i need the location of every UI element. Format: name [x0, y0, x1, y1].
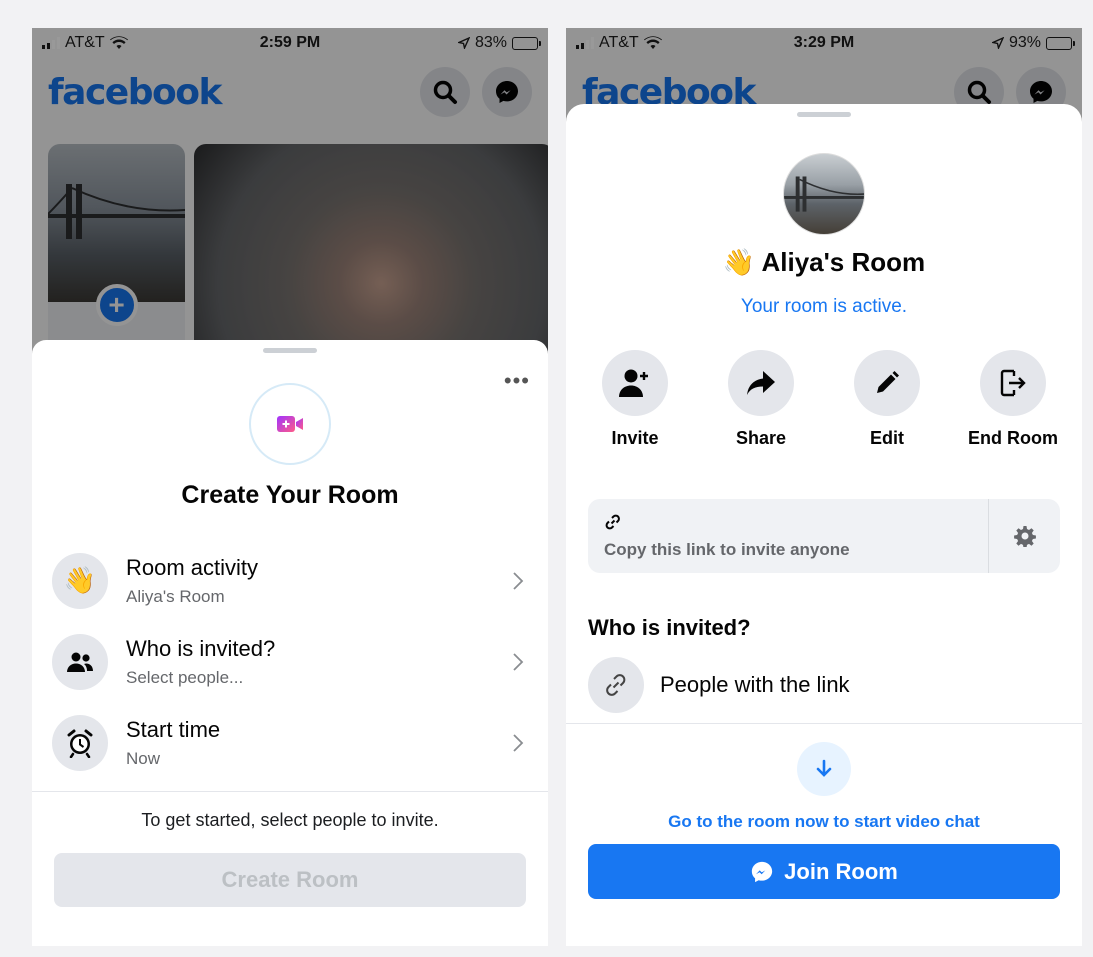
more-options-icon[interactable]: ••• — [504, 370, 530, 392]
room-name: Aliya's Room — [761, 247, 926, 277]
join-room-button[interactable]: Join Room — [588, 844, 1060, 899]
option-title: Room activity — [126, 554, 259, 580]
divider — [566, 723, 1082, 724]
room-activity-option[interactable]: 👋 Room activity Aliya's Room — [32, 540, 548, 621]
sheet-title: Create Your Room — [181, 481, 399, 509]
wifi-icon — [643, 36, 662, 49]
battery-percent: 83% — [474, 34, 507, 51]
room-avatar — [783, 153, 865, 235]
option-title: Start time — [126, 716, 221, 742]
invited-option-label: People with the link — [660, 672, 850, 697]
room-title: 👋 Aliya's Room — [566, 247, 1082, 278]
invited-heading: Who is invited? — [588, 615, 751, 640]
carrier-label: AT&T — [65, 34, 105, 51]
invite-action[interactable]: Invite — [572, 350, 698, 449]
option-subtitle: Now — [126, 748, 161, 768]
link-icon — [605, 514, 620, 530]
signal-icon — [42, 37, 60, 49]
location-arrow-icon — [457, 37, 470, 49]
sheet-grabber[interactable] — [797, 112, 851, 117]
location-arrow-icon — [991, 37, 1004, 49]
link-settings-button[interactable] — [988, 499, 1060, 573]
chevron-right-icon — [513, 652, 524, 671]
go-to-room-hint: Go to the room now to start video chat — [668, 812, 980, 831]
create-room-screen: AT&T 2:59 PM 83% facebook + ••• Create Y… — [32, 28, 548, 946]
room-active-screen: AT&T 3:29 PM 93% facebook 👋 Aliya's Room… — [566, 28, 1082, 946]
chevron-right-icon — [513, 733, 524, 752]
end-room-button[interactable] — [980, 350, 1046, 416]
share-action[interactable]: Share — [698, 350, 824, 449]
battery-icon — [1046, 36, 1075, 50]
option-subtitle: Select people... — [126, 667, 244, 687]
end-room-action[interactable]: End Room — [950, 350, 1076, 449]
sheet-grabber[interactable] — [263, 348, 317, 353]
waving-hand-icon: 👋 — [722, 247, 756, 277]
arrow-down-icon — [816, 759, 832, 777]
room-actions: Invite Share Edit End Room — [566, 350, 1082, 449]
carrier-label: AT&T — [599, 34, 639, 51]
room-options-list: 👋 Room activity Aliya's Room Who is invi… — [32, 540, 548, 783]
action-label: End Room — [968, 428, 1058, 448]
scroll-down-button[interactable] — [797, 742, 851, 796]
invite-link-box: Copy this link to invite anyone — [588, 499, 1060, 573]
status-bar: AT&T 2:59 PM 83% — [32, 28, 548, 58]
exit-icon — [1000, 369, 1026, 397]
screenshot-stage: AT&T 2:59 PM 83% facebook + ••• Create Y… — [0, 0, 1093, 957]
clock-label: 2:59 PM — [259, 34, 321, 51]
edit-button[interactable] — [854, 350, 920, 416]
action-label: Invite — [611, 428, 659, 448]
chevron-right-icon — [513, 571, 524, 590]
room-status-text: Your room is active. — [740, 296, 908, 317]
copy-link-area[interactable]: Copy this link to invite anyone — [588, 499, 988, 573]
action-label: Edit — [870, 428, 904, 448]
who-is-invited-option[interactable]: Who is invited? Select people... — [32, 621, 548, 702]
video-camera-icon — [276, 416, 303, 432]
alarm-clock-icon — [52, 714, 108, 771]
status-bar: AT&T 3:29 PM 93% — [566, 28, 1082, 58]
link-icon — [588, 657, 644, 713]
waving-hand-icon: 👋 — [52, 552, 108, 609]
invite-button[interactable] — [602, 350, 668, 416]
copy-link-text: Copy this link to invite anyone — [604, 540, 850, 559]
room-details-sheet: 👋 Aliya's Room Your room is active. Invi… — [566, 104, 1082, 946]
share-button[interactable] — [728, 350, 794, 416]
people-icon — [52, 633, 108, 690]
signal-icon — [576, 37, 594, 49]
invite-hint-text: To get started, select people to invite. — [141, 810, 439, 830]
edit-action[interactable]: Edit — [824, 350, 950, 449]
battery-percent: 93% — [1008, 34, 1041, 51]
add-person-icon — [619, 369, 648, 397]
divider — [32, 791, 548, 792]
action-label: Share — [735, 428, 787, 448]
option-subtitle: Aliya's Room — [126, 586, 225, 606]
wifi-icon — [109, 36, 128, 49]
video-camera-badge — [249, 383, 331, 465]
clock-label: 3:29 PM — [793, 34, 855, 51]
pencil-icon — [877, 371, 899, 393]
dim-overlay — [32, 28, 548, 388]
start-time-option[interactable]: Start time Now — [32, 702, 548, 783]
create-room-button[interactable]: Create Room — [54, 853, 526, 907]
join-room-label: Join Room — [784, 858, 898, 884]
messenger-icon — [752, 861, 773, 882]
create-room-sheet: ••• Create Your Room 👋 Room activity Ali… — [32, 340, 548, 946]
bridge-image — [784, 176, 864, 212]
option-title: Who is invited? — [126, 635, 276, 661]
battery-icon — [512, 36, 541, 50]
share-arrow-icon — [747, 371, 775, 395]
people-with-link-option[interactable]: People with the link — [588, 657, 1060, 713]
gear-icon — [1013, 526, 1036, 547]
